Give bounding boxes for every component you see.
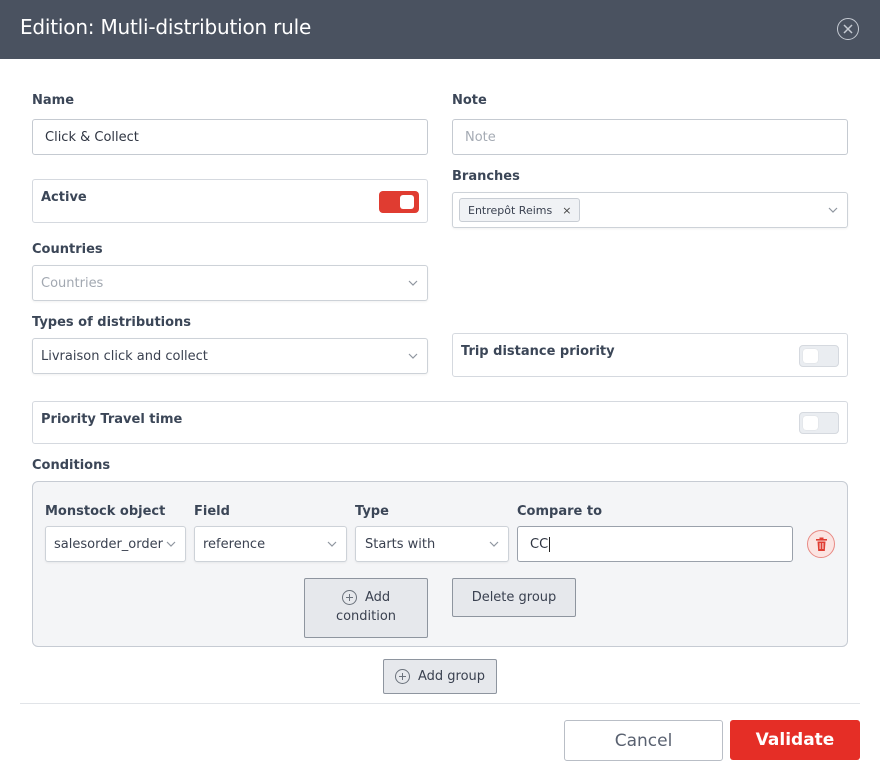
trip-distance-priority-toggle[interactable] <box>799 345 839 367</box>
branch-tag-label: Entrepôt Reims <box>468 203 553 217</box>
trash-icon <box>816 537 827 551</box>
condition-type-value: Starts with <box>365 536 436 552</box>
delete-group-button[interactable]: Delete group <box>452 578 576 617</box>
plus-circle-icon <box>341 590 357 605</box>
chevron-down-icon <box>828 207 838 213</box>
cancel-button[interactable]: Cancel <box>564 720 723 761</box>
close-icon <box>843 24 853 34</box>
chevron-down-icon <box>166 541 176 547</box>
active-card: Active <box>32 179 428 223</box>
trip-distance-priority-label: Trip distance priority <box>461 344 615 359</box>
chevron-down-icon <box>408 280 418 286</box>
modal-header: Edition: Mutli-distribution rule <box>0 0 880 59</box>
countries-label: Countries <box>32 242 103 257</box>
column-field: Field <box>194 504 230 519</box>
priority-travel-time-card: Priority Travel time <box>32 401 848 444</box>
add-condition-button[interactable]: Add condition <box>304 578 428 638</box>
column-type: Type <box>355 504 389 519</box>
active-toggle-knob <box>400 195 414 209</box>
footer-divider <box>20 703 860 704</box>
column-compare-to: Compare to <box>517 504 602 519</box>
chevron-down-icon <box>408 353 418 359</box>
add-group-button[interactable]: Add group <box>383 659 497 694</box>
name-label: Name <box>32 93 75 108</box>
name-input[interactable]: Click & Collect <box>32 119 428 155</box>
note-input-placeholder: Note <box>465 129 496 145</box>
condition-compare-value: CC <box>530 536 549 552</box>
trip-distance-priority-card: Trip distance priority <box>452 333 848 377</box>
conditions-label: Conditions <box>32 458 111 473</box>
branch-tag: Entrepôt Reims × <box>459 198 581 222</box>
note-label: Note <box>452 93 487 108</box>
types-of-distributions-value: Livraison click and collect <box>41 348 208 364</box>
add-condition-line2: condition <box>335 609 397 624</box>
add-condition-line1: Add <box>364 590 391 605</box>
name-input-value: Click & Collect <box>45 129 139 145</box>
active-label: Active <box>41 190 87 205</box>
types-of-distributions-label: Types of distributions <box>32 315 192 330</box>
branch-tag-remove[interactable]: × <box>562 204 571 217</box>
condition-field-value: reference <box>203 536 266 552</box>
text-caret <box>549 536 551 552</box>
validate-label: Validate <box>755 730 835 750</box>
modal-title: Edition: Mutli-distribution rule <box>20 15 312 39</box>
priority-travel-time-label: Priority Travel time <box>41 412 183 427</box>
plus-circle-icon <box>394 669 410 684</box>
active-toggle[interactable] <box>379 191 419 213</box>
priority-travel-time-toggle[interactable] <box>799 412 839 434</box>
countries-select[interactable]: Countries <box>32 265 428 301</box>
add-group-label: Add group <box>417 669 486 684</box>
cancel-label: Cancel <box>614 730 673 751</box>
condition-object-value: salesorder_order <box>54 536 163 552</box>
branches-label: Branches <box>452 169 520 184</box>
priority-travel-time-knob <box>803 416 818 430</box>
types-of-distributions-select[interactable]: Livraison click and collect <box>32 338 428 374</box>
countries-placeholder: Countries <box>41 275 104 291</box>
trip-distance-priority-knob <box>803 349 818 363</box>
note-input[interactable]: Note <box>452 119 848 155</box>
condition-compare-input[interactable]: CC <box>517 526 793 562</box>
condition-object-select[interactable]: salesorder_order <box>45 526 186 562</box>
delete-condition-button[interactable] <box>807 530 835 558</box>
condition-type-select[interactable]: Starts with <box>355 526 509 562</box>
chevron-down-icon <box>489 541 499 547</box>
delete-group-label: Delete group <box>471 590 557 605</box>
branches-select[interactable]: Entrepôt Reims × <box>452 192 848 228</box>
column-monstock-object: Monstock object <box>45 504 166 519</box>
close-button[interactable] <box>837 18 859 40</box>
condition-field-select[interactable]: reference <box>194 526 347 562</box>
chevron-down-icon <box>327 541 337 547</box>
validate-button[interactable]: Validate <box>730 720 860 760</box>
